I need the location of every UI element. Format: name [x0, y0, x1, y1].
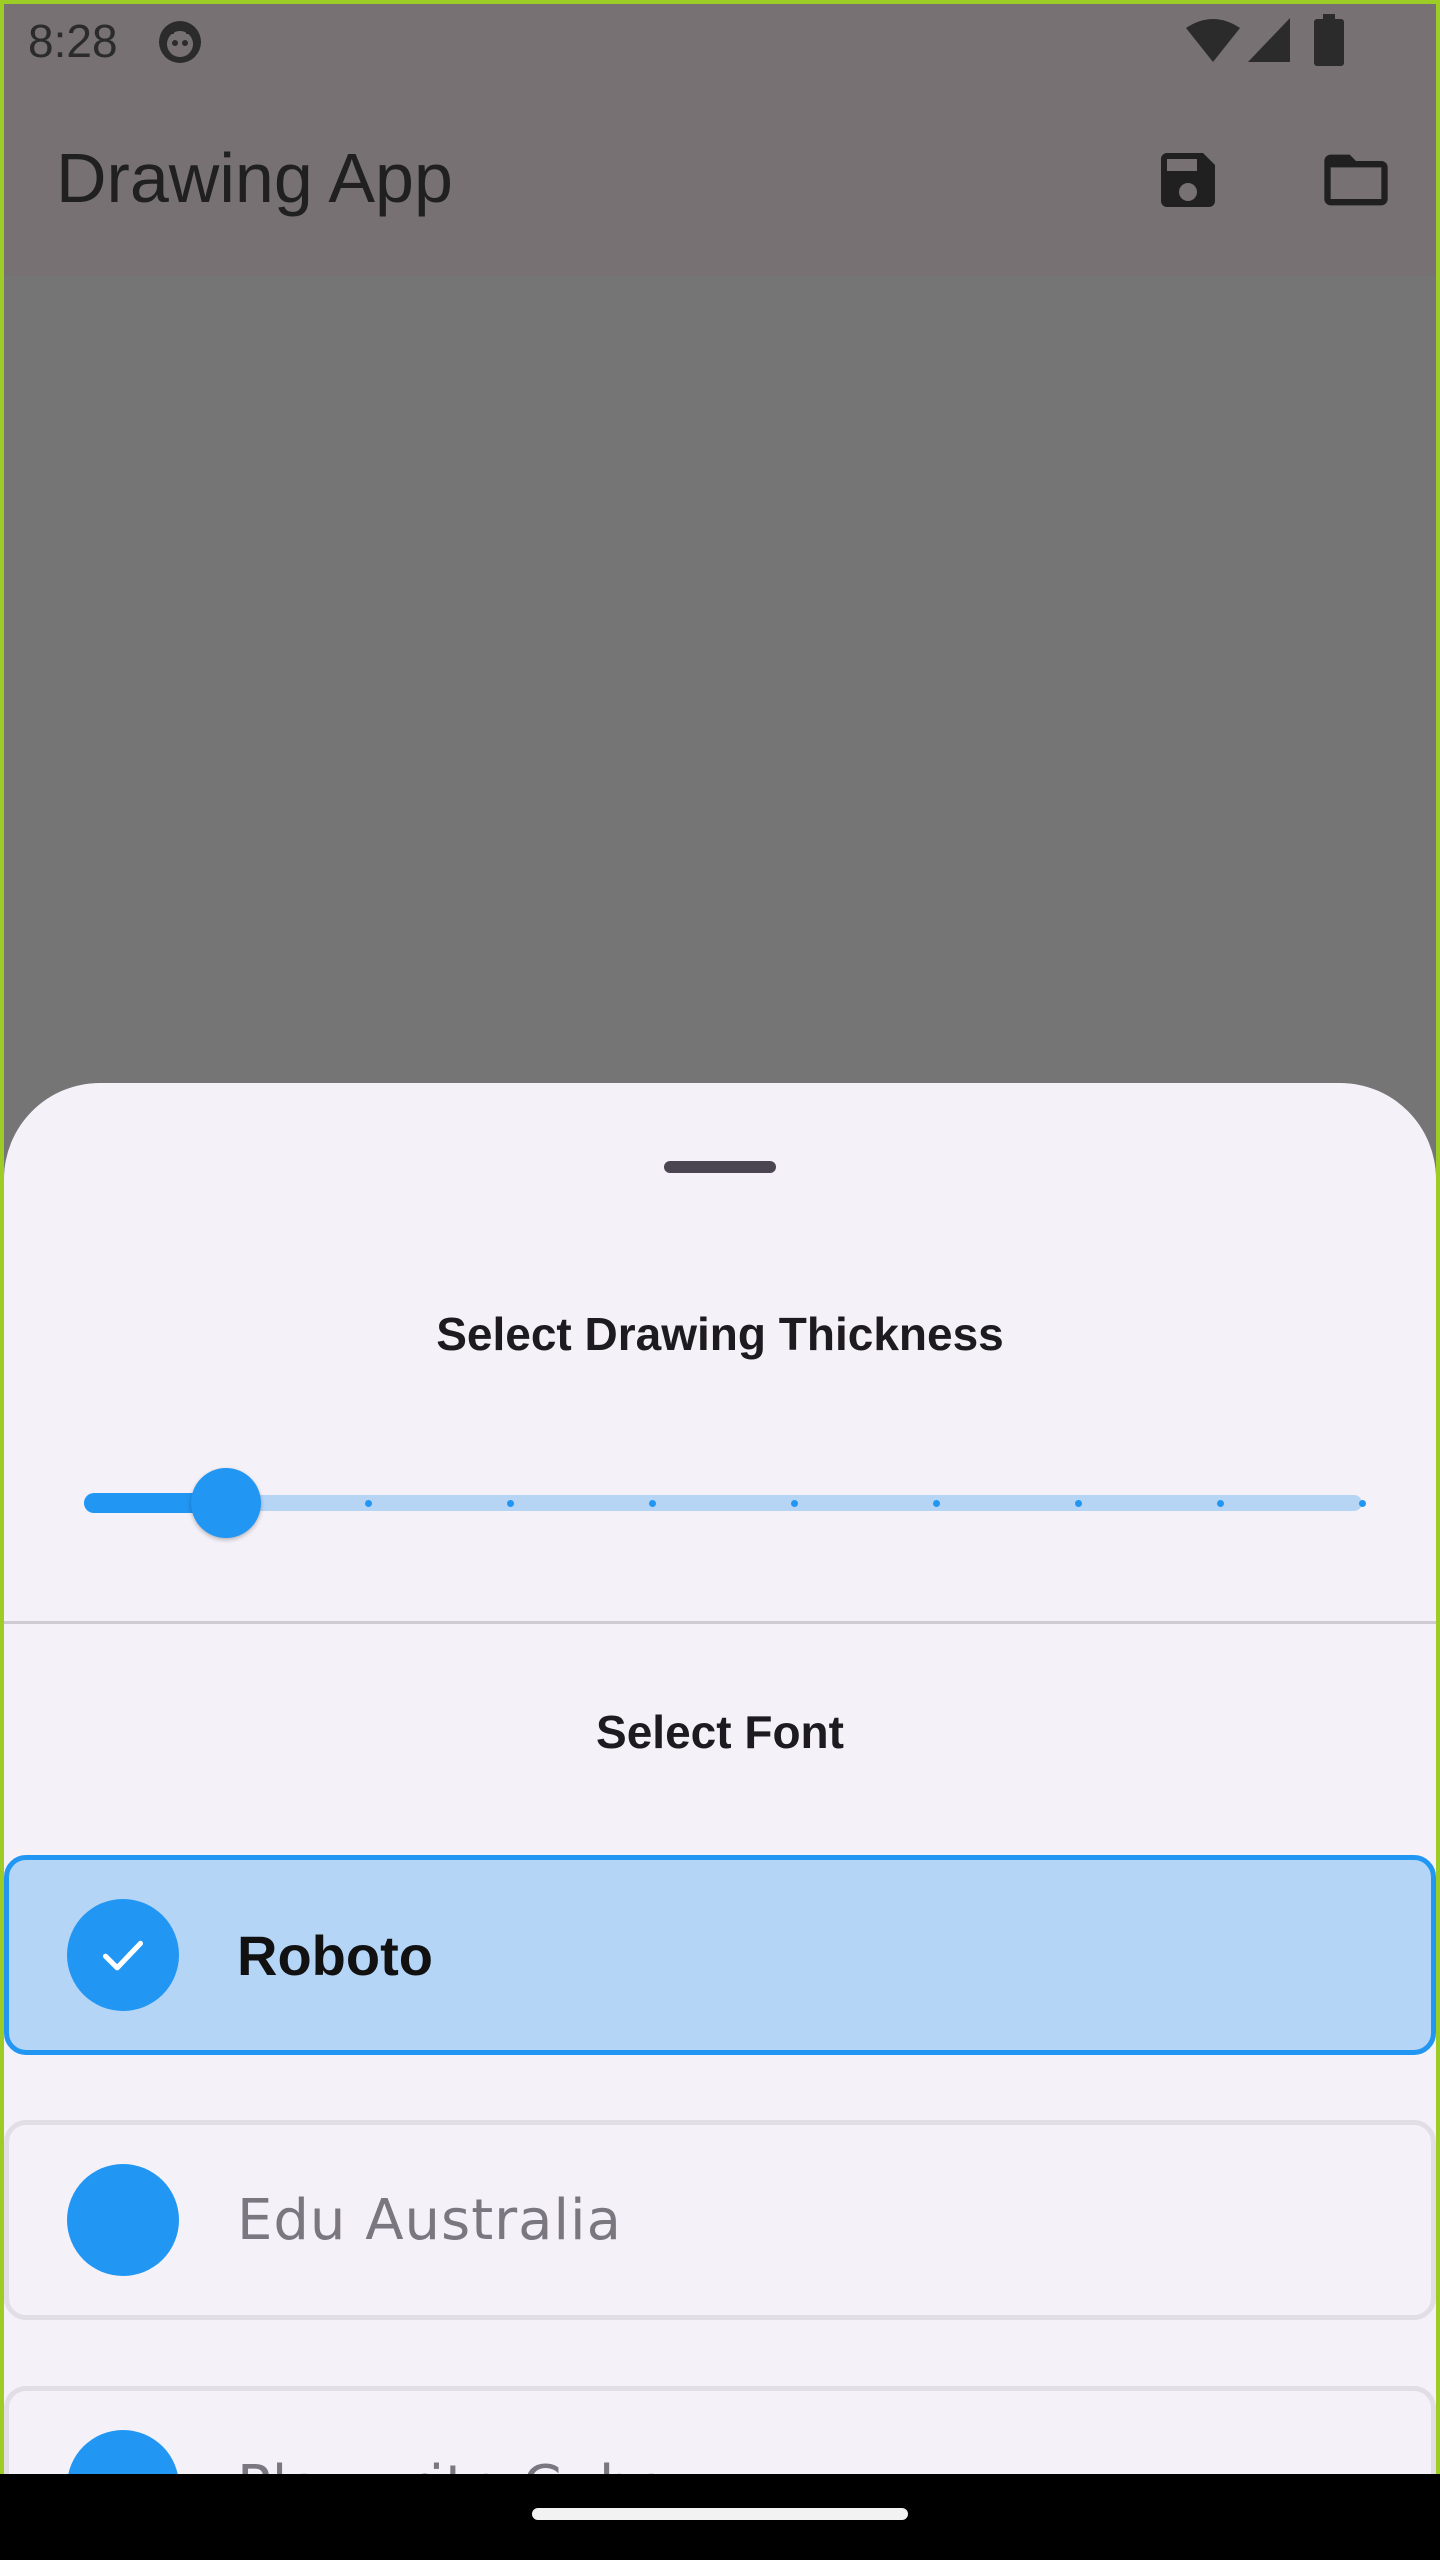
slider-tick [506, 1500, 514, 1507]
drag-handle[interactable] [664, 1161, 776, 1173]
home-gesture-handle[interactable] [532, 2508, 908, 2520]
save-button[interactable] [1138, 130, 1238, 230]
selected-indicator [67, 1899, 179, 2011]
font-option-edu-australia[interactable]: Edu Australia [4, 2120, 1436, 2320]
slider-tick [932, 1500, 940, 1507]
slider-tick [364, 1500, 372, 1507]
app-title: Drawing App [56, 139, 453, 217]
status-bar: 8:28 [0, 0, 1440, 84]
save-icon [1161, 153, 1215, 207]
divider [4, 1621, 1436, 1624]
wifi-icon [1186, 19, 1240, 62]
drawing-canvas-scrim[interactable] [0, 276, 1440, 1084]
open-folder-button[interactable] [1306, 130, 1406, 230]
bottom-sheet: Select Drawing Thickness Select Font Rob… [4, 1083, 1436, 2474]
font-title: Select Font [596, 1706, 844, 1758]
font-option-label: Playwrite Cuba [237, 2454, 671, 2475]
font-option-playwrite-cuba[interactable]: Playwrite Cuba [4, 2386, 1436, 2474]
slider-track-inactive [84, 1495, 1362, 1511]
font-avatar-circle [67, 2164, 179, 2276]
navigation-bar [0, 2474, 1440, 2560]
status-time: 8:28 [28, 15, 118, 67]
slider-tick [790, 1500, 798, 1507]
app-bar: Drawing App [0, 84, 1440, 276]
font-option-roboto[interactable]: Roboto [4, 1855, 1436, 2055]
folder-icon [1324, 154, 1388, 206]
slider-thumb[interactable] [191, 1468, 261, 1538]
check-icon [102, 1940, 144, 1971]
thickness-title: Select Drawing Thickness [436, 1308, 1004, 1360]
slider-tick [1358, 1500, 1366, 1507]
slider-tick [1074, 1500, 1082, 1507]
font-option-label: Edu Australia [237, 2187, 622, 2253]
font-option-label: Roboto [237, 1923, 433, 1987]
app-notification-icon [159, 21, 201, 63]
battery-icon [1314, 14, 1344, 66]
signal-icon [1248, 18, 1290, 62]
slider-tick [1216, 1500, 1224, 1507]
thickness-slider[interactable] [84, 1463, 1366, 1543]
slider-tick [648, 1500, 656, 1507]
font-avatar-circle [67, 2430, 179, 2474]
